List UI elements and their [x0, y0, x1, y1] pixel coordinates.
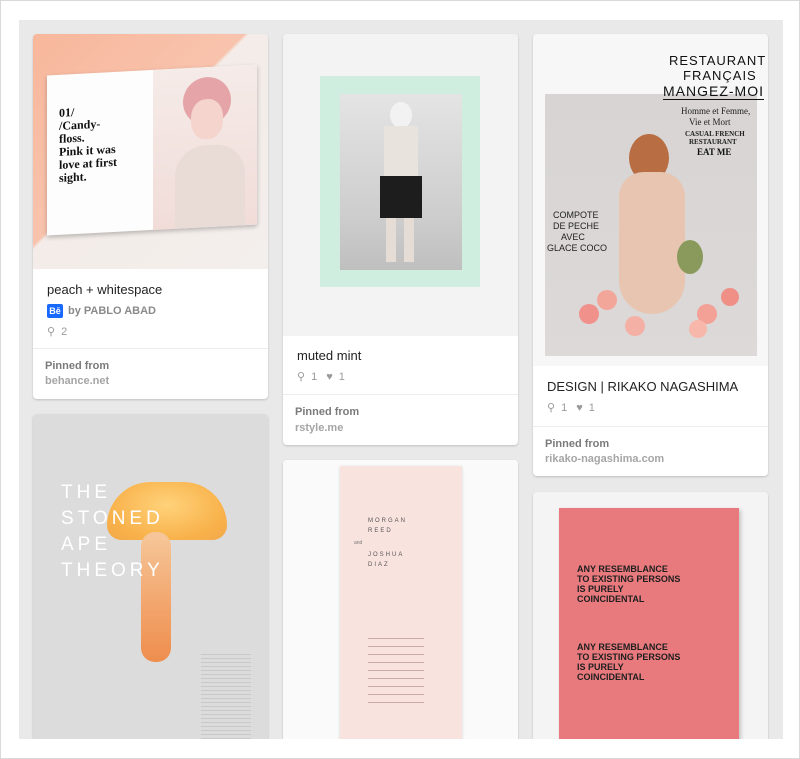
book-title-line: COINCIDENTAL [577, 594, 645, 604]
poster-text-casual: CASUAL FRENCH [685, 130, 745, 138]
invitation-card: MORGAN REED and JOSHUA DIAZ [340, 466, 462, 739]
pin-card-peach-whitespace[interactable]: 01/ /Candy- floss. Pink it was love at f… [33, 34, 268, 399]
book-title-line: IS PURELY [577, 584, 624, 594]
invitation-name: MORGAN [368, 518, 407, 524]
mushroom-stem [141, 532, 171, 662]
pin-title[interactable]: muted mint [297, 348, 361, 363]
pin-source-link[interactable]: behance.net [45, 375, 109, 387]
mint-magazine-cover [320, 76, 480, 287]
invitation-and: and [354, 540, 363, 546]
pinned-from-label: Pinned from [295, 406, 360, 418]
repin-icon: ⚲ [547, 402, 556, 414]
book-title-line: IS PURELY [577, 662, 624, 672]
poster-title-line: STONED [61, 508, 164, 529]
repin-count: 2 [61, 326, 68, 338]
pin-card-invitation[interactable]: MORGAN REED and JOSHUA DIAZ [283, 460, 518, 739]
pin-image[interactable]: THE STONED APE THEORY [33, 414, 268, 739]
model-photo [153, 64, 257, 230]
invitation-details [368, 638, 424, 704]
magazine-spread: 01/ /Candy- floss. Pink it was love at f… [47, 64, 257, 236]
like-count: 1 [588, 402, 595, 414]
invitation-name: REED [368, 528, 393, 534]
pin-image[interactable]: 01/ /Candy- floss. Pink it was love at f… [33, 34, 268, 269]
cover-photo [340, 94, 462, 270]
attribution-text: by PABLO ABAD [68, 304, 156, 317]
like-count: 1 [338, 371, 345, 383]
pin-board: 01/ /Candy- floss. Pink it was love at f… [19, 20, 783, 739]
poster-text-eat-me: EAT ME [697, 147, 732, 157]
pin-image[interactable]: MORGAN REED and JOSHUA DIAZ [283, 460, 518, 739]
pin-card-any-resemblance[interactable]: ANY RESEMBLANCE TO EXISTING PERSONS IS P… [533, 492, 768, 739]
poster-text-de-peche: DE PECHE [553, 221, 600, 231]
pin-image[interactable]: RESTAURANT FRANÇAIS MANGEZ-MOI Homme et … [533, 34, 768, 366]
repin-count: 1 [311, 371, 318, 383]
pin-title[interactable]: peach + whitespace [47, 282, 162, 297]
repin-icon: ⚲ [47, 326, 56, 338]
pin-image[interactable] [283, 34, 518, 336]
poster-body-text [201, 654, 251, 739]
poster-title-line: THEORY [61, 560, 164, 581]
poster-title-line: APE [61, 534, 112, 555]
pinned-from-label: Pinned from [45, 360, 110, 372]
behance-icon: Bē [47, 304, 63, 318]
divider [283, 394, 518, 395]
repin-icon: ⚲ [297, 371, 306, 383]
pin-image[interactable]: ANY RESEMBLANCE TO EXISTING PERSONS IS P… [533, 492, 768, 739]
pin-source-link[interactable]: rikako-nagashima.com [545, 453, 664, 465]
book-title-line: TO EXISTING PERSONS [577, 574, 681, 584]
pin-source-link[interactable]: rstyle.me [295, 422, 343, 434]
poster-text-vie: Vie et Mort [689, 117, 731, 127]
divider [33, 348, 268, 349]
poster-text-restaurant: RESTAURANT [669, 53, 767, 68]
poster-text-restaurant-2: RESTAURANT [689, 138, 737, 146]
pin-card-rikako-nagashima[interactable]: RESTAURANT FRANÇAIS MANGEZ-MOI Homme et … [533, 34, 768, 476]
book-title-line: TO EXISTING PERSONS [577, 652, 681, 662]
divider [533, 426, 768, 427]
pin-card-muted-mint[interactable]: muted mint ⚲ 1 ♥ 1 Pinned from rstyle.me [283, 34, 518, 445]
page-frame: 01/ /Candy- floss. Pink it was love at f… [0, 0, 800, 759]
invitation-name: JOSHUA [368, 552, 405, 558]
pin-stats: ⚲ 1 ♥ 1 [297, 370, 351, 383]
book-title-line: ANY RESEMBLANCE [577, 564, 668, 574]
repin-count: 1 [561, 402, 568, 414]
pin-stats: ⚲ 1 ♥ 1 [547, 401, 601, 414]
magazine-heading: 01/ /Candy- floss. Pink it was love at f… [59, 105, 117, 185]
poster-text-avec: AVEC [561, 232, 585, 242]
book-title-line: COINCIDENTAL [577, 672, 645, 682]
heart-icon: ♥ [326, 371, 333, 383]
pin-title[interactable]: DESIGN | RIKAKO NAGASHIMA [547, 379, 738, 394]
book-title-line: ANY RESEMBLANCE [577, 642, 668, 652]
pin-attribution[interactable]: Bē by PABLO ABAD [47, 304, 156, 318]
pin-card-stoned-ape[interactable]: THE STONED APE THEORY [33, 414, 268, 739]
poster-text-homme: Homme et Femme, [681, 106, 751, 116]
poster-title-line: THE [61, 482, 111, 503]
pin-stats: ⚲ 2 [47, 325, 73, 338]
pinned-from-label: Pinned from [545, 438, 610, 450]
poster-text-glace-coco: GLACE COCO [547, 243, 608, 253]
invitation-name: DIAZ [368, 562, 390, 568]
heart-icon: ♥ [576, 402, 583, 414]
poster-text-francais: FRANÇAIS [683, 68, 757, 83]
poster-text-compote: COMPOTE [553, 210, 599, 220]
poster-text-mangez-moi: MANGEZ-MOI [663, 83, 764, 100]
book-cover: ANY RESEMBLANCE TO EXISTING PERSONS IS P… [559, 508, 739, 739]
